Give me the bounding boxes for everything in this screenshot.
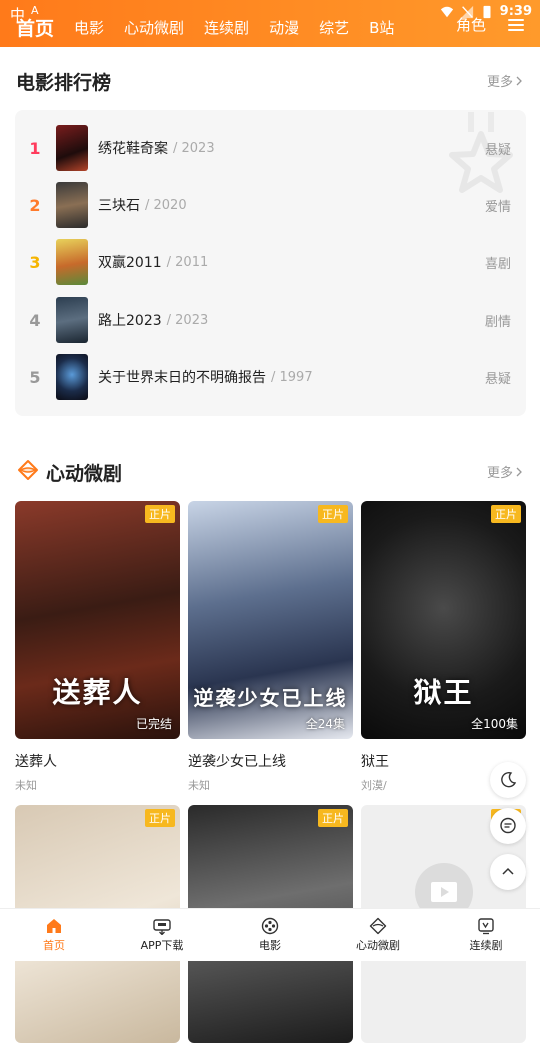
ranking-title: 电影排行榜: [16, 72, 112, 94]
nav-right: 角色: [456, 14, 524, 35]
movie-poster: [56, 297, 88, 343]
ranking-row[interactable]: 4 路上2023 / 2023 剧情: [15, 296, 526, 344]
tv-series-icon: [478, 918, 494, 935]
tab-short-drama[interactable]: 心动微剧: [124, 17, 184, 38]
drama-cast: 未知: [15, 779, 37, 792]
menu-icon[interactable]: [508, 18, 524, 32]
movie-genre: 悬疑: [484, 371, 511, 387]
chat-bubble-icon: [500, 817, 516, 834]
top-header: 中A 9:39 首页 电影 心动微剧 连续剧 动漫 综艺 B站 角色: [0, 0, 540, 47]
drama-tag: 正片: [491, 505, 521, 523]
movie-genre: 剧情: [484, 314, 511, 330]
movie-poster: [56, 239, 88, 285]
short-drama-icon: [369, 917, 387, 935]
bottom-navigation: 首页 APP下载 电影 心动微剧 连续剧: [0, 908, 540, 961]
movie-genre: 喜剧: [484, 256, 511, 272]
movie-name: 三块石: [98, 198, 140, 214]
bottom-nav-short-drama[interactable]: 心动微剧: [324, 909, 432, 961]
ranking-row[interactable]: 3 双赢2011 / 2011 喜剧: [15, 238, 526, 286]
bottom-nav-label: 心动微剧: [356, 939, 400, 952]
tab-series[interactable]: 连续剧: [204, 17, 249, 38]
tab-role[interactable]: 角色: [456, 14, 486, 35]
movie-name: 路上2023: [98, 313, 162, 329]
tab-bilibili[interactable]: B站: [369, 17, 394, 38]
back-to-top-button[interactable]: [490, 854, 526, 890]
ranking-row[interactable]: 1 绣花鞋奇案 / 2023 悬疑: [15, 124, 526, 172]
episode-count: 已完结: [135, 717, 172, 731]
tab-movie[interactable]: 电影: [74, 17, 104, 38]
message-button[interactable]: [490, 808, 526, 844]
ranking-card: 1 绣花鞋奇案 / 2023 悬疑 2 三块石 / 2020 爱情 3 双赢20…: [15, 110, 526, 416]
movie-genre: 爱情: [484, 199, 511, 215]
home-icon: [47, 919, 61, 933]
chevron-right-icon: [516, 467, 522, 476]
bottom-nav-label: 首页: [43, 939, 65, 952]
poster-title: 狱王: [413, 676, 474, 709]
ranking-row[interactable]: 5 关于世界末日的不明确报告 / 1997 悬疑: [15, 353, 526, 401]
drama-tag: 正片: [145, 505, 175, 523]
bottom-nav-app-download[interactable]: APP下载: [108, 909, 216, 961]
chevron-right-icon: [516, 76, 522, 85]
episode-count: 全100集: [471, 717, 518, 731]
film-reel-icon: [261, 917, 279, 935]
tab-variety[interactable]: 综艺: [319, 17, 349, 38]
poster-title: 送葬人: [52, 676, 143, 709]
drama-card[interactable]: 正片 送葬人 已完结 送葬人 未知: [15, 501, 180, 793]
drama-card[interactable]: 正片 逆袭少女已上线 全24集 逆袭少女已上线 未知: [188, 501, 353, 793]
drama-tag: 正片: [318, 809, 348, 827]
drama-poster: 正片 狱王 全100集: [361, 501, 526, 739]
movie-year: / 2023: [173, 140, 215, 156]
drama-cast: 未知: [188, 779, 210, 792]
bottom-nav-label: 连续剧: [469, 939, 503, 952]
bottom-nav-home[interactable]: 首页: [0, 909, 108, 961]
short-drama-more-link[interactable]: 更多: [487, 462, 523, 481]
drama-name: 送葬人: [15, 754, 57, 770]
movie-year: / 2020: [145, 197, 187, 213]
movie-poster: [56, 125, 88, 171]
short-drama-title: 心动微剧: [46, 463, 123, 485]
bottom-nav-movie[interactable]: 电影: [216, 909, 324, 961]
rank-number: 2: [29, 195, 41, 215]
movie-genre: 悬疑: [484, 142, 511, 158]
category-tabs: 首页 电影 心动微剧 连续剧 动漫 综艺 B站: [0, 12, 414, 42]
movie-name: 双赢2011: [98, 255, 162, 271]
drama-tag: 正片: [145, 809, 175, 827]
bottom-nav-label: APP下载: [140, 939, 184, 952]
moon-icon: [501, 771, 517, 788]
movie-poster: [56, 182, 88, 228]
drama-card[interactable]: 正片 狱王 全100集 狱王 刘漠/: [361, 501, 526, 793]
rank-number: 4: [29, 310, 41, 330]
poster-title: 逆袭少女已上线: [193, 686, 348, 710]
tab-anime[interactable]: 动漫: [269, 17, 299, 38]
dark-mode-button[interactable]: [490, 762, 526, 798]
drama-poster: 正片 送葬人 已完结: [15, 501, 180, 739]
movie-name: 关于世界末日的不明确报告: [98, 370, 266, 386]
ranking-more-label: 更多: [486, 75, 513, 90]
drama-name: 逆袭少女已上线: [188, 754, 286, 770]
rank-number: 1: [29, 138, 41, 158]
episode-count: 全24集: [305, 717, 345, 731]
ranking-more-link[interactable]: 更多: [487, 71, 523, 90]
chevron-up-icon: [502, 867, 514, 875]
short-drama-more-label: 更多: [486, 466, 513, 481]
ranking-row[interactable]: 2 三块石 / 2020 爱情: [15, 181, 526, 229]
movie-year: / 1997: [271, 369, 313, 385]
drama-poster: 正片 逆袭少女已上线 全24集: [188, 501, 353, 739]
movie-year: / 2011: [166, 254, 209, 270]
tab-home[interactable]: 首页: [16, 14, 54, 41]
bottom-nav-label: 电影: [259, 939, 281, 952]
movie-year: / 2023: [166, 312, 209, 328]
movie-name: 绣花鞋奇案: [98, 141, 168, 157]
rank-number: 5: [29, 367, 41, 387]
short-drama-section-icon: [18, 460, 38, 480]
wifi-icon: [440, 6, 453, 17]
app-download-icon: [153, 919, 171, 935]
movie-poster: [56, 354, 88, 400]
bottom-nav-series[interactable]: 连续剧: [432, 909, 540, 961]
rank-number: 3: [29, 252, 41, 272]
drama-tag: 正片: [318, 505, 348, 523]
